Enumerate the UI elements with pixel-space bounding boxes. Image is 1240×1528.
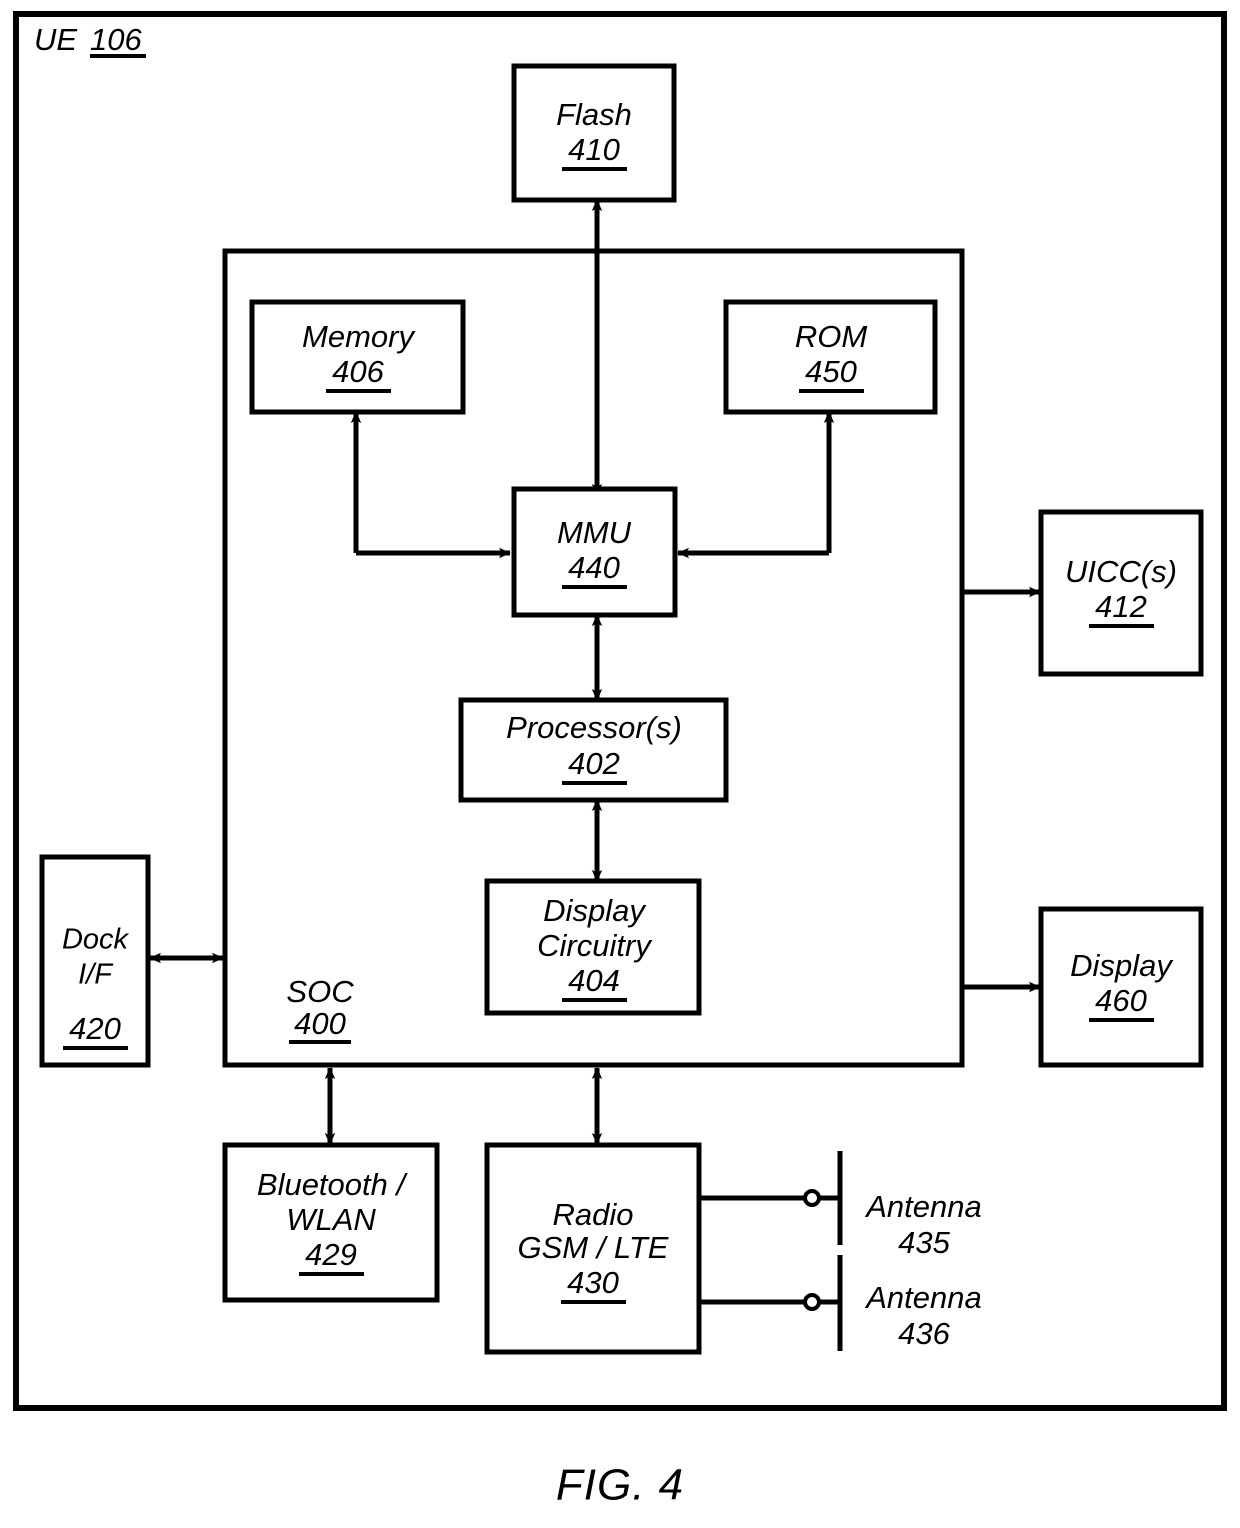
bluetooth-wlan-label-line2: WLAN <box>286 1202 376 1237</box>
rom-ref: 450 <box>805 354 857 389</box>
bluetooth-wlan-ref: 429 <box>305 1237 357 1272</box>
uicc-label: UICC(s) <box>1065 554 1177 589</box>
flash-label: Flash <box>556 97 632 132</box>
antenna-436-label: Antenna <box>864 1280 982 1315</box>
display-circuitry-label-line2: Circuitry <box>537 928 653 963</box>
block-bluetooth-wlan[interactable]: Bluetooth / WLAN 429 <box>222 1142 440 1303</box>
ue-block-diagram: UE 106 SOC 400 Flash 410 Memory 406 ROM … <box>13 11 1227 1510</box>
antenna-435-connector-dot <box>803 1189 821 1207</box>
soc-label: SOC <box>286 974 354 1009</box>
antenna-435-label: Antenna <box>864 1189 982 1224</box>
block-memory[interactable]: Memory 406 <box>249 299 466 415</box>
dock-if-ref: 420 <box>69 1011 121 1046</box>
antenna-436-ref: 436 <box>898 1316 950 1351</box>
block-flash[interactable]: Flash 410 <box>511 63 677 203</box>
radio-label-line1: Radio <box>553 1197 634 1232</box>
display-ref: 460 <box>1095 983 1147 1018</box>
figure-caption: FIG. 4 <box>556 1461 684 1510</box>
ue-label-text: UE <box>34 22 77 57</box>
ue-ref: 106 <box>90 22 142 57</box>
bluetooth-wlan-label-line1: Bluetooth / <box>257 1167 409 1202</box>
dock-if-label-line2: I/F <box>78 959 114 991</box>
antenna-435: Antenna 435 <box>699 1151 982 1260</box>
uicc-ref: 412 <box>1095 589 1147 624</box>
display-circuitry-label-line1: Display <box>543 893 647 928</box>
display-circuitry-ref: 404 <box>568 963 620 998</box>
processor-ref: 402 <box>568 746 620 781</box>
ue-label: UE <box>34 22 77 57</box>
processor-label: Processor(s) <box>506 710 682 745</box>
rom-label: ROM <box>795 319 868 354</box>
antenna-436: Antenna 436 <box>699 1255 982 1351</box>
radio-ref: 430 <box>567 1265 619 1300</box>
block-uicc[interactable]: UICC(s) 412 <box>1038 509 1204 677</box>
block-radio[interactable]: Radio GSM / LTE 430 <box>484 1142 702 1355</box>
block-dock-if[interactable]: Dock I/F 420 <box>39 854 151 1068</box>
figure-page: UE 106 SOC 400 Flash 410 Memory 406 ROM … <box>0 0 1240 1528</box>
block-mmu[interactable]: MMU 440 <box>511 486 678 618</box>
antenna-436-connector-dot <box>803 1293 821 1311</box>
block-display[interactable]: Display 460 <box>1038 906 1204 1068</box>
antenna-435-ref: 435 <box>898 1225 950 1260</box>
block-rom[interactable]: ROM 450 <box>723 299 938 415</box>
radio-label-line2: GSM / LTE <box>517 1230 668 1265</box>
ue-ref-text: 106 <box>90 22 142 57</box>
soc-ref: 400 <box>294 1006 346 1041</box>
dock-if-label-line1: Dock <box>62 924 130 956</box>
display-label: Display <box>1070 948 1174 983</box>
flash-ref: 410 <box>568 132 620 167</box>
memory-label: Memory <box>302 319 416 354</box>
mmu-ref: 440 <box>568 550 620 585</box>
block-display-circuitry[interactable]: Display Circuitry 404 <box>484 878 702 1016</box>
mmu-label: MMU <box>557 515 632 550</box>
block-processor[interactable]: Processor(s) 402 <box>458 697 729 803</box>
memory-ref: 406 <box>332 354 384 389</box>
